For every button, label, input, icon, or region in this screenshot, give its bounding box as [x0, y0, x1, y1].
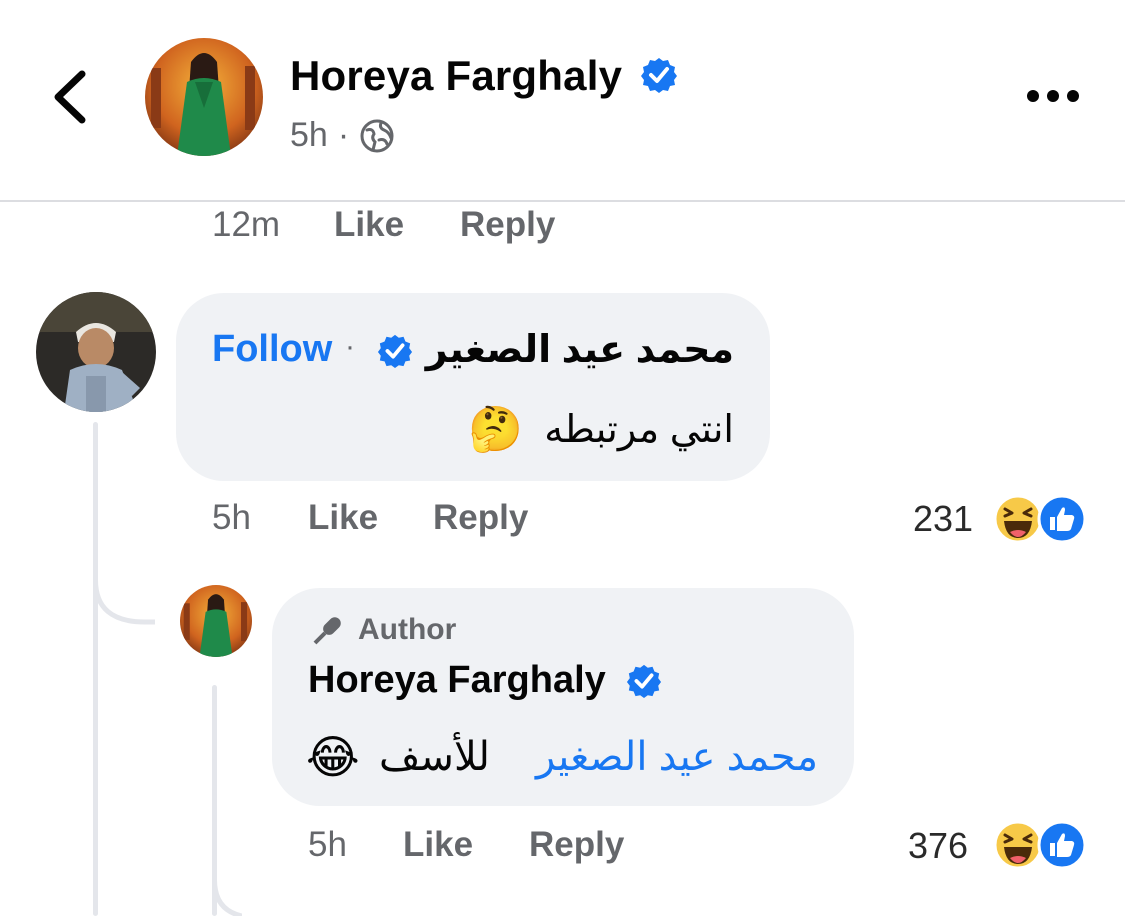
comment-reaction-count[interactable]: 231 [913, 498, 973, 540]
like-reaction-icon [1037, 494, 1087, 544]
separator-dot: · [337, 116, 350, 154]
like-reaction-icon [1037, 820, 1087, 870]
more-options-icon[interactable] [1025, 85, 1081, 107]
laughing-emoji: 😂 [306, 731, 360, 783]
haha-reaction-icon [993, 494, 1043, 544]
reply-like-button[interactable]: Like [403, 825, 473, 865]
globe-icon [360, 119, 394, 152]
post-time[interactable]: 5h [290, 116, 328, 155]
post-meta: 5h · [290, 116, 395, 155]
reply-author-name[interactable]: Horeya Farghaly [308, 659, 606, 702]
page-name[interactable]: Horeya Farghaly [290, 52, 678, 100]
thinking-face-emoji: 🤔 [468, 405, 523, 454]
comment-time[interactable]: 5h [212, 498, 251, 538]
reply-reactions[interactable] [992, 820, 1092, 870]
reply-author-avatar[interactable] [180, 585, 252, 657]
comment-text: انتي مرتبطه [544, 409, 734, 451]
commenter-avatar[interactable] [36, 292, 156, 412]
mention-link[interactable]: محمد عيد الصغير [498, 734, 818, 780]
prev-comment-time[interactable]: 12m [212, 205, 280, 245]
reply-reply-button[interactable]: Reply [529, 825, 624, 865]
verified-badge-icon [377, 334, 413, 369]
page-avatar[interactable] [145, 38, 263, 156]
prev-like-button[interactable]: Like [334, 205, 404, 245]
reply-time[interactable]: 5h [308, 825, 347, 865]
prev-reply-button[interactable]: Reply [460, 205, 555, 245]
follow-button[interactable]: Follow [212, 328, 332, 371]
verified-badge-icon [626, 664, 662, 699]
comment-author-name[interactable]: محمد عيد الصغير [426, 327, 734, 372]
comment-reply-button[interactable]: Reply [433, 498, 528, 538]
author-badge: Author [358, 613, 457, 646]
reply-reaction-count[interactable]: 376 [908, 825, 968, 867]
thread-line [93, 422, 98, 916]
microphone-icon [313, 617, 341, 645]
reply-text: للأسف [379, 735, 490, 779]
verified-badge-icon [641, 57, 678, 93]
thread-connector [93, 560, 155, 625]
reply-thread-connector [212, 860, 242, 916]
comment-reactions[interactable] [992, 494, 1092, 544]
comment-like-button[interactable]: Like [308, 498, 378, 538]
back-arrow-icon[interactable] [40, 62, 100, 132]
haha-reaction-icon [993, 820, 1043, 870]
separator-dot: · [345, 330, 355, 363]
